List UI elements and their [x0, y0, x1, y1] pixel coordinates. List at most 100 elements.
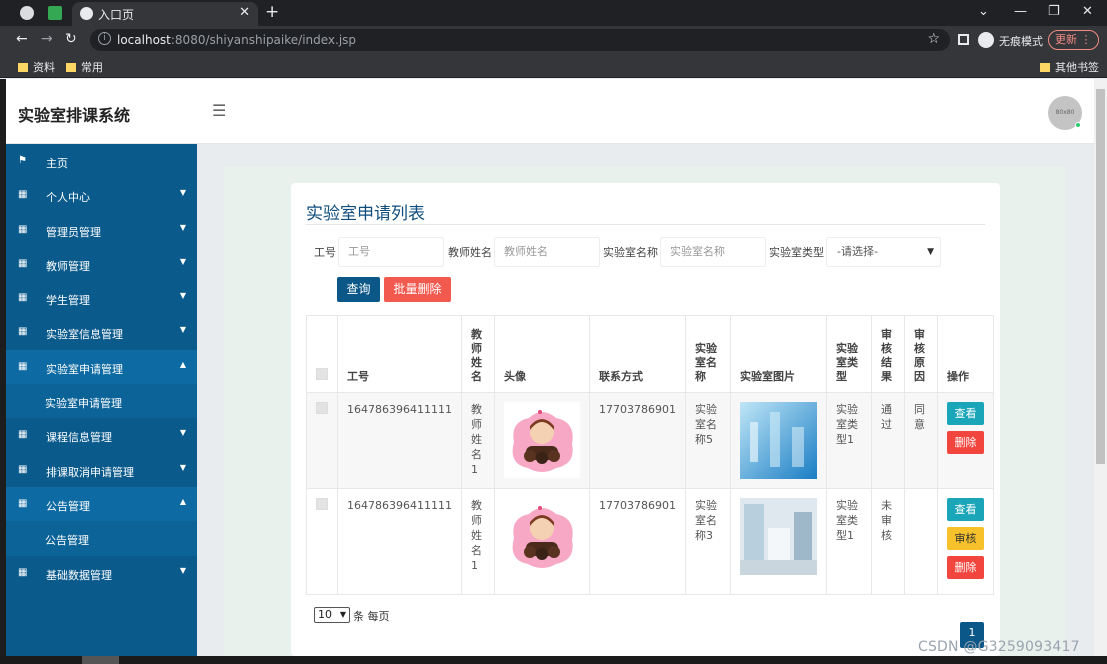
col-audit-reason[interactable]: 审核原因 [903, 315, 938, 393]
scrollbar-thumb[interactable] [1096, 89, 1105, 464]
sidebar-item-notice[interactable]: ▦ 公告管理 ▲ [6, 486, 197, 522]
bookmark-folder-other[interactable]: 其他书签 [1040, 59, 1099, 75]
col-phone[interactable]: 联系方式 [588, 315, 686, 393]
sidebar-item-label: 学生管理 [46, 294, 90, 308]
sheets-tab-icon[interactable] [48, 6, 62, 20]
minimize-icon[interactable]: — [1014, 4, 1027, 19]
col-avatar[interactable]: 头像 [493, 315, 590, 393]
col-audit-result[interactable]: 审核结果 [870, 315, 905, 393]
sidebar-subitem-lab-apply[interactable]: 实验室申请管理 [6, 384, 197, 419]
update-button[interactable]: 更新 ⋮ [1048, 30, 1099, 50]
bookmark-folder-changyong[interactable]: 常用 [66, 59, 103, 75]
lab-photo-image [739, 498, 817, 575]
tab-close-icon[interactable]: ✕ [239, 5, 250, 20]
url-text: localhost:8080/shiyanshipaike/index.jsp [117, 33, 357, 47]
cell-actions: 查看 审核 删除 [936, 488, 994, 595]
user-avatar[interactable]: 80x80 [1048, 96, 1082, 130]
side-panel-icon[interactable] [958, 34, 969, 45]
grid-icon: ▦ [18, 566, 28, 578]
folder-icon [18, 63, 28, 72]
delete-button[interactable]: 删除 [946, 556, 984, 579]
caret-down-icon: ▼ [179, 565, 186, 575]
row-checkbox[interactable] [316, 498, 328, 510]
sidebar-item-label: 基础数据管理 [46, 568, 112, 582]
chevron-down-icon: ▼ [339, 610, 346, 619]
grid-icon: ▦ [18, 429, 28, 441]
cell-audit-result-text: 未审核 [880, 499, 892, 542]
grid-icon: ▦ [18, 360, 28, 372]
restore-icon[interactable]: ❐ [1048, 4, 1060, 19]
caret-down-icon: ▼ [179, 291, 186, 301]
col-lab-image[interactable]: 实验室图片 [729, 315, 827, 393]
watermark: CSDN @G3259093417 [918, 639, 1080, 655]
online-status-dot [1075, 122, 1081, 128]
select-all-checkbox[interactable] [316, 368, 328, 380]
caret-down-icon: ▼ [179, 428, 186, 438]
view-button[interactable]: 查看 [946, 498, 984, 521]
caret-down-icon: ▼ [179, 325, 186, 335]
page-size-select[interactable]: 10 ▼ [314, 607, 350, 623]
forward-icon[interactable]: → [41, 31, 53, 47]
cell-teacher: 教师姓名1 [460, 392, 495, 489]
lab-type-label: 实验室类型 [769, 246, 824, 259]
col-teacher[interactable]: 教师姓名 [460, 315, 495, 393]
back-icon[interactable]: ← [16, 31, 28, 47]
menu-toggle-icon[interactable]: ☰ [212, 101, 226, 120]
window-close-icon[interactable]: ✕ [1082, 4, 1093, 19]
grid-icon: ▦ [18, 463, 28, 475]
cell-gonghao: 164786396411111 [337, 488, 462, 595]
sidebar-item-teacher[interactable]: ▦ 教师管理 ▼ [6, 247, 197, 281]
bookmark-star-icon[interactable]: ☆ [927, 31, 940, 47]
batch-delete-button[interactable]: 批量删除 [384, 277, 451, 302]
browser-tab-active[interactable]: 入口页 ✕ [72, 2, 258, 26]
lab-type-select[interactable]: -请选择- ▼ [826, 237, 941, 267]
page-scrollbar[interactable] [1094, 79, 1107, 656]
audit-button[interactable]: 审核 [946, 527, 984, 550]
browser-toolbar: ← → ↻ i localhost:8080/shiyanshipaike/in… [0, 26, 1107, 54]
row-checkbox[interactable] [316, 402, 328, 414]
cell-audit-reason-text: 同意 [913, 403, 925, 431]
sidebar-item-personal-center[interactable]: ▦ 个人中心 ▼ [6, 178, 197, 212]
sidebar-item-basic-data[interactable]: ▦ 基础数据管理 ▼ [6, 556, 197, 590]
incognito-icon[interactable] [978, 32, 994, 48]
sidebar-item-home[interactable]: ⚑ 主页 [6, 144, 197, 178]
delete-button[interactable]: 删除 [946, 431, 984, 454]
row-select-cell [306, 392, 338, 489]
select-all-cell [306, 315, 338, 393]
sidebar-item-label: 主页 [46, 157, 68, 170]
bookmark-folder-ziliao[interactable]: 资料 [18, 59, 55, 75]
list-card: 实验室申请列表 工号 工号 教师姓名 教师姓名 实验室名称 实验室名称 实验室类… [291, 183, 1000, 656]
sidebar-item-admin[interactable]: ▦ 管理员管理 ▼ [6, 213, 197, 247]
folder-icon [1040, 63, 1050, 72]
caret-down-icon: ▼ [179, 222, 186, 232]
reload-icon[interactable]: ↻ [65, 31, 77, 47]
sidebar-item-student[interactable]: ▦ 学生管理 ▼ [6, 281, 197, 315]
cell-audit-result: 通过 [870, 392, 905, 489]
grid-icon: ▦ [18, 257, 28, 269]
sidebar-item-lab-apply[interactable]: ▦ 实验室申请管理 ▲ [6, 349, 197, 385]
teacher-avatar-image [503, 498, 580, 574]
sidebar-item-lab-info[interactable]: ▦ 实验室信息管理 ▼ [6, 315, 197, 349]
search-button[interactable]: 查询 [337, 277, 380, 302]
sidebar-item-cancel-apply[interactable]: ▦ 排课取消申请管理 ▼ [6, 453, 197, 487]
address-bar[interactable]: i localhost:8080/shiyanshipaike/index.js… [90, 29, 950, 51]
col-gonghao[interactable]: 工号 [337, 315, 462, 393]
sidebar-subitem-notice[interactable]: 公告管理 [6, 521, 197, 556]
view-button[interactable]: 查看 [946, 402, 984, 425]
tab-title: 入口页 [98, 8, 135, 22]
teacher-name-input[interactable]: 教师姓名 [494, 237, 600, 267]
sidebar-item-course[interactable]: ▦ 课程信息管理 ▼ [6, 418, 197, 452]
browser-profile-icon[interactable] [20, 6, 34, 20]
grid-icon: ▦ [18, 326, 28, 338]
lab-name-input[interactable]: 实验室名称 [660, 237, 766, 267]
sidebar-item-label: 教师管理 [46, 259, 90, 273]
taskbar-button[interactable] [82, 656, 119, 664]
new-tab-icon[interactable]: + [265, 2, 279, 22]
gonghao-input[interactable]: 工号 [338, 237, 444, 267]
site-info-icon[interactable]: i [98, 32, 111, 45]
col-lab-type[interactable]: 实验室类型 [825, 315, 872, 393]
col-lab-name[interactable]: 实验室名称 [684, 315, 731, 393]
sidebar-item-label: 个人中心 [46, 191, 90, 205]
tab-search-chevron-icon[interactable]: ⌄ [978, 4, 989, 19]
cell-audit-result-text: 通过 [880, 403, 892, 431]
